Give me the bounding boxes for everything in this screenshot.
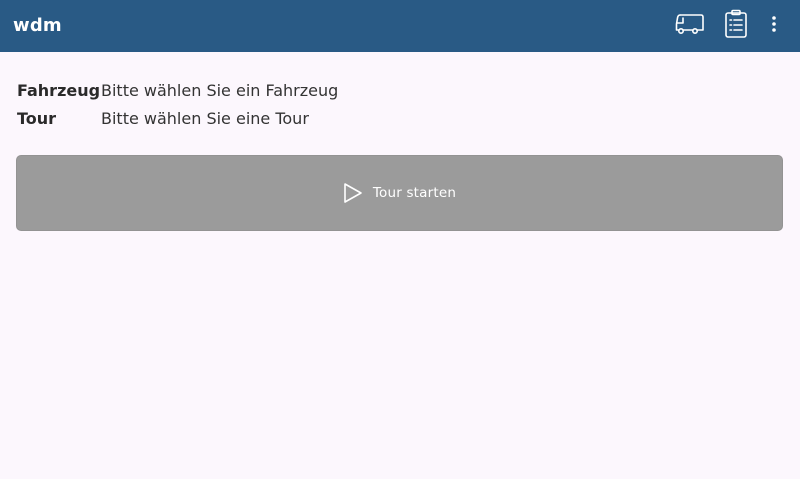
- vehicle-row: Fahrzeug Bitte wählen Sie ein Fahrzeug: [17, 76, 338, 104]
- overflow-menu-button[interactable]: [764, 10, 784, 42]
- tour-value: Bitte wählen Sie eine Tour: [101, 108, 309, 128]
- app-bar: wdm: [0, 0, 800, 52]
- app-title: wdm: [13, 15, 62, 36]
- more-vert-icon: [771, 15, 777, 37]
- clipboard-list-icon: [724, 9, 748, 43]
- start-tour-button[interactable]: Tour starten: [16, 155, 783, 231]
- vehicle-label: Fahrzeug: [17, 80, 101, 100]
- start-tour-label: Tour starten: [372, 185, 457, 201]
- tour-select-button[interactable]: [722, 9, 750, 43]
- vehicle-value: Bitte wählen Sie ein Fahrzeug: [101, 80, 339, 100]
- play-icon: [343, 182, 363, 204]
- app-screen: wdm Fahrzeug Bitte wählen Sie ein Fahrze…: [0, 0, 800, 479]
- tour-label: Tour: [17, 108, 57, 128]
- selection-info: Fahrzeug Bitte wählen Sie ein Fahrzeug T…: [17, 76, 338, 132]
- tour-row: Tour Bitte wählen Sie eine Tour: [17, 104, 338, 132]
- vehicle-select-button[interactable]: [674, 10, 706, 42]
- truck-icon: [675, 12, 705, 40]
